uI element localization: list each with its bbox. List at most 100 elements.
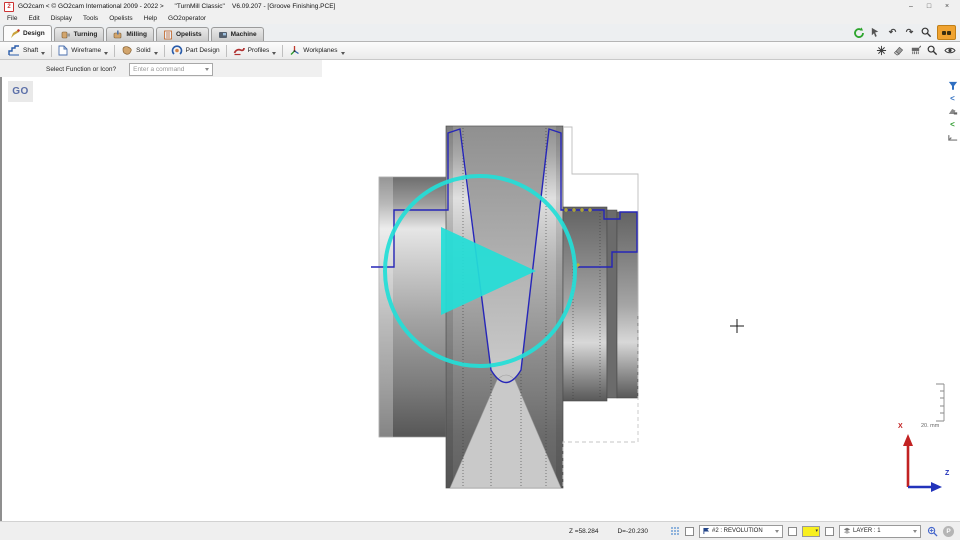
wireframe-dropdown[interactable] bbox=[104, 52, 108, 55]
minimize-button[interactable]: – bbox=[902, 3, 920, 10]
view-toolbar-top: ↶ ↷ bbox=[852, 25, 956, 40]
view-toolbar-bottom bbox=[875, 44, 956, 57]
maximize-button[interactable]: □ bbox=[920, 3, 938, 10]
axes-tool-icon[interactable] bbox=[875, 44, 888, 57]
part-design-button[interactable]: Part Design bbox=[167, 45, 224, 56]
collapse-green-icon[interactable]: < bbox=[947, 119, 958, 130]
tab-label: Machine bbox=[231, 31, 257, 38]
toolbar-separator bbox=[114, 45, 115, 57]
axis-x-label: X bbox=[898, 423, 903, 430]
menu-item-tools[interactable]: Tools bbox=[83, 15, 98, 22]
layer-value: LAYER : 1 bbox=[853, 528, 881, 534]
axis-z-label: Z bbox=[945, 470, 949, 477]
solid-button[interactable]: Solid bbox=[117, 45, 161, 56]
toolbar-label: Profiles bbox=[248, 47, 270, 54]
toolbar-label: Workplanes bbox=[303, 47, 337, 54]
toolbar-separator bbox=[51, 45, 52, 57]
revolution-value: #2 : REVOLUTION bbox=[712, 528, 763, 534]
clean-brush-icon[interactable] bbox=[909, 44, 922, 57]
menu-item-help[interactable]: Help bbox=[144, 15, 157, 22]
layer-checkbox[interactable] bbox=[825, 527, 834, 536]
workplanes-button[interactable]: Workplanes bbox=[285, 45, 348, 56]
workplanes-dropdown[interactable] bbox=[341, 52, 345, 55]
spindle-checkbox[interactable] bbox=[685, 527, 694, 536]
scale-label: 20. mm bbox=[921, 423, 939, 429]
menu-item-opelists[interactable]: Opelists bbox=[109, 15, 132, 22]
toolbar-separator bbox=[226, 45, 227, 57]
redo-icon[interactable]: ↷ bbox=[903, 26, 916, 39]
menu-bar: File Edit Display Tools Opelists Help GO… bbox=[0, 13, 960, 24]
wireframe-button[interactable]: Wireframe bbox=[54, 45, 112, 56]
window-controls: – □ × bbox=[902, 3, 956, 10]
solid-dropdown[interactable] bbox=[154, 52, 158, 55]
shaft-button[interactable]: Shaft bbox=[4, 45, 49, 56]
go-logo-button[interactable]: GO bbox=[8, 81, 33, 102]
color-checkbox[interactable] bbox=[788, 527, 797, 536]
spindle-flag-icon bbox=[703, 527, 710, 535]
window-title: GO2cam < © GO2cam International 2009 - 2… bbox=[18, 3, 335, 10]
toolbar-label: Wireframe bbox=[71, 47, 101, 54]
chevron-down-icon bbox=[913, 530, 917, 533]
revolution-select[interactable]: #2 : REVOLUTION bbox=[699, 525, 783, 538]
go2cam-window: 2 GO2cam < © GO2cam International 2009 -… bbox=[0, 0, 960, 540]
wireframe-icon bbox=[58, 45, 68, 56]
machine-icon bbox=[218, 30, 228, 40]
close-button[interactable]: × bbox=[938, 3, 956, 10]
toolbar-label: Solid bbox=[136, 47, 150, 54]
tab-label: Opelists bbox=[176, 31, 202, 38]
tab-bar: Design Turning Milling Opelists Machine … bbox=[0, 24, 960, 42]
zoom-window-icon[interactable] bbox=[926, 44, 939, 57]
profiles-dropdown[interactable] bbox=[272, 52, 276, 55]
turning-icon bbox=[61, 30, 71, 40]
right-side-panel: < < bbox=[947, 80, 958, 143]
shaft-icon bbox=[8, 45, 20, 56]
layer-select[interactable]: LAYER : 1 bbox=[839, 525, 921, 538]
zoom-icon[interactable] bbox=[920, 26, 933, 39]
tab-turning[interactable]: Turning bbox=[54, 27, 105, 41]
grid-icon[interactable] bbox=[669, 526, 680, 537]
command-combobox[interactable]: Enter a command bbox=[129, 63, 213, 76]
help-button[interactable]: P bbox=[943, 526, 954, 537]
toolbar-separator bbox=[164, 45, 165, 57]
turret-tool-icon[interactable] bbox=[947, 106, 958, 117]
opelists-icon bbox=[163, 30, 173, 40]
command-prompt-label: Select Function or Icon? bbox=[46, 66, 116, 73]
tab-label: Milling bbox=[126, 31, 147, 38]
profiles-button[interactable]: Profiles bbox=[229, 45, 281, 56]
clamp-tool-icon[interactable] bbox=[947, 132, 958, 143]
tab-machine[interactable]: Machine bbox=[211, 27, 264, 41]
tab-label: Design bbox=[23, 30, 45, 37]
part-design-icon bbox=[171, 45, 183, 56]
design-icon bbox=[10, 29, 20, 39]
swatch-caret-icon: ▾ bbox=[815, 528, 818, 534]
milling-icon bbox=[113, 30, 123, 40]
toolbar-label: Part Design bbox=[186, 47, 220, 54]
z-coordinate: Z =58.284 bbox=[569, 528, 598, 535]
viewport-canvas[interactable] bbox=[0, 77, 960, 521]
filter-icon[interactable] bbox=[947, 80, 958, 91]
tab-opelists[interactable]: Opelists bbox=[156, 27, 209, 41]
menu-item-file[interactable]: File bbox=[7, 15, 17, 22]
visibility-eye-icon[interactable] bbox=[943, 44, 956, 57]
shaft-dropdown[interactable] bbox=[41, 52, 45, 55]
tab-label: Turning bbox=[74, 31, 98, 38]
tab-milling[interactable]: Milling bbox=[106, 27, 154, 41]
menu-item-edit[interactable]: Edit bbox=[28, 15, 39, 22]
d-coordinate: D=-20.230 bbox=[617, 528, 648, 535]
shaded-view-button[interactable] bbox=[937, 25, 956, 40]
design-toolbar: Shaft Wireframe Solid Part Design Profil… bbox=[0, 42, 960, 60]
menu-item-display[interactable]: Display bbox=[51, 15, 72, 22]
regenerate-icon[interactable] bbox=[852, 26, 865, 39]
zoom-selection-icon[interactable] bbox=[926, 525, 938, 537]
pointer-tool-icon[interactable] bbox=[869, 26, 882, 39]
chevron-down-icon bbox=[775, 530, 779, 533]
toolbar-separator bbox=[282, 45, 283, 57]
eraser-icon[interactable] bbox=[892, 44, 905, 57]
color-swatch[interactable]: ▾ bbox=[802, 526, 820, 537]
undo-icon[interactable]: ↶ bbox=[886, 26, 899, 39]
title-bar: 2 GO2cam < © GO2cam International 2009 -… bbox=[0, 0, 960, 13]
menu-item-go2operator[interactable]: GO2operator bbox=[168, 15, 206, 22]
tab-design[interactable]: Design bbox=[3, 25, 52, 41]
collapse-blue-icon[interactable]: < bbox=[947, 93, 958, 104]
workplanes-icon bbox=[289, 45, 300, 56]
